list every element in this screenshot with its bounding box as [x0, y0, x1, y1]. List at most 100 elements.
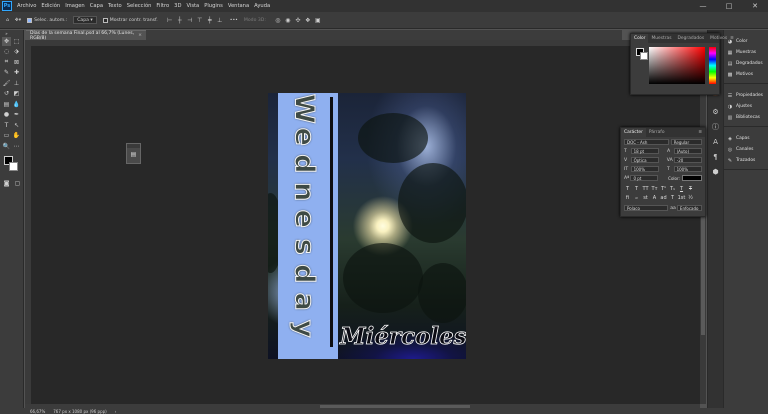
vertical-scroll-thumb[interactable] [701, 215, 705, 335]
mini-panel-header[interactable] [127, 144, 140, 148]
color-picker-field[interactable] [649, 47, 705, 84]
ordinals-button[interactable]: 1st [678, 195, 686, 202]
artboard-icon[interactable]: ▤ [127, 151, 140, 158]
tab-gradients[interactable]: Degradados [675, 36, 708, 41]
gradient-tool-icon[interactable]: ▤ [2, 100, 11, 109]
eyedropper-tool-icon[interactable]: ✎ [2, 68, 11, 77]
subscript-button[interactable]: T₁ [669, 186, 676, 193]
tab-paragraph[interactable]: Párrafo [646, 130, 668, 135]
minimize-button[interactable]: — [690, 0, 716, 12]
horizontal-scale-field[interactable]: 100% [673, 166, 702, 172]
panel-menu-icon[interactable]: ≡ [698, 130, 702, 135]
frame-tool-icon[interactable]: ⊠ [12, 58, 21, 67]
menu-vista[interactable]: Vista [186, 3, 199, 9]
menu-capa[interactable]: Capa [90, 3, 103, 9]
panel-gradients[interactable]: ▤ Degradados [724, 58, 768, 69]
dodge-tool-icon[interactable]: ● [2, 110, 11, 119]
status-arrow-icon[interactable]: › [115, 409, 117, 414]
type-tool-icon[interactable]: T [2, 121, 11, 130]
pan-3d-icon[interactable]: ✣ [294, 16, 302, 24]
underline-button[interactable]: T [678, 186, 685, 193]
leading-field[interactable]: (Auto) [673, 148, 702, 154]
align-center-icon[interactable]: ┼ [176, 16, 184, 24]
hand-tool-icon[interactable]: ✋ [12, 131, 21, 140]
spot-heal-tool-icon[interactable]: ✚ [12, 68, 21, 77]
small-caps-button[interactable]: Tт [651, 186, 658, 193]
align-left-icon[interactable]: ⊢ [166, 16, 174, 24]
menu-imagen[interactable]: Imagen [65, 3, 85, 9]
menu-seleccion[interactable]: Selección [127, 3, 152, 9]
align-top-icon[interactable]: ⊤ [196, 16, 204, 24]
all-caps-button[interactable]: TT [642, 186, 649, 193]
more-tools-icon[interactable]: ⋯ [12, 142, 21, 151]
pen-tool-icon[interactable]: ✒ [12, 110, 21, 119]
close-icon[interactable]: × [138, 33, 142, 38]
contextual-alternates-button[interactable]: ℴ [633, 195, 640, 202]
ligatures-button[interactable]: fi [624, 195, 631, 202]
menu-ayuda[interactable]: Ayuda [254, 3, 270, 9]
blur-tool-icon[interactable]: 💧 [12, 100, 21, 109]
menu-plugins[interactable]: Plugins [204, 3, 223, 9]
strikethrough-button[interactable]: T [687, 186, 694, 193]
rectangle-tool-icon[interactable]: ▭ [2, 131, 11, 140]
properties-icon[interactable]: ⚙ [710, 106, 722, 118]
discretionary-ligatures-button[interactable]: st [642, 195, 649, 202]
slide-3d-icon[interactable]: ❖ [304, 16, 312, 24]
floating-mini-panel[interactable]: ▤ [126, 143, 141, 164]
maximize-button[interactable]: □ [716, 0, 742, 12]
menu-ventana[interactable]: Ventana [228, 3, 249, 9]
marquee-tool-icon[interactable]: ⬚ [12, 37, 21, 46]
3d-icon[interactable]: ⬢ [710, 166, 722, 178]
background-color-swatch[interactable] [9, 162, 18, 171]
object-select-tool-icon[interactable]: ⬗ [12, 47, 21, 56]
document-artboard[interactable]: W e d n e s d a y Miércoles [268, 93, 466, 359]
transform-controls-checkbox[interactable] [102, 17, 108, 23]
align-middle-icon[interactable]: ╪ [206, 16, 214, 24]
text-color-swatch[interactable] [681, 175, 703, 181]
color-panel-background-swatch[interactable] [640, 52, 648, 60]
tab-color[interactable]: Color [631, 34, 649, 43]
faux-bold-button[interactable]: T [624, 186, 631, 193]
panel-menu-icon[interactable]: ≡ [730, 36, 734, 41]
home-icon[interactable]: ⌂ [6, 18, 9, 23]
panel-swatches[interactable]: ▦ Muestras [724, 47, 768, 58]
titling-alternates-button[interactable]: T [669, 195, 676, 202]
eraser-tool-icon[interactable]: ◩ [12, 89, 21, 98]
align-bottom-icon[interactable]: ⊥ [216, 16, 224, 24]
vertical-scale-field[interactable]: 100% [630, 166, 659, 172]
align-right-icon[interactable]: ⊣ [186, 16, 194, 24]
font-size-field[interactable]: 18 pt [630, 148, 659, 154]
faux-italic-button[interactable]: T [633, 186, 640, 193]
lasso-tool-icon[interactable]: ◌ [2, 47, 11, 56]
panel-layers[interactable]: ◈ Capas [724, 133, 768, 144]
antialias-select[interactable]: Enfocado [676, 205, 703, 211]
swash-button[interactable]: A [651, 195, 658, 202]
document-tab[interactable]: Días de la semana Final.psd al 66,7% (Lu… [26, 30, 146, 41]
quick-mask-icon[interactable]: ◙ [2, 179, 11, 188]
baseline-shift-field[interactable]: 0 pt [630, 175, 659, 181]
menu-archivo[interactable]: Archivo [17, 3, 36, 9]
font-family-select[interactable]: DOC - Ash [624, 139, 669, 145]
auto-select-checkbox[interactable] [27, 17, 33, 23]
paragraph-icon[interactable]: ¶ [710, 151, 722, 163]
zoom-tool-icon[interactable]: 🔍 [2, 142, 11, 151]
stamp-tool-icon[interactable]: ⊥ [12, 79, 21, 88]
history-brush-tool-icon[interactable]: ↺ [2, 89, 11, 98]
hue-slider[interactable] [709, 47, 716, 84]
scale-3d-icon[interactable]: ▣ [314, 16, 322, 24]
panel-channels[interactable]: ◎ Canales [724, 144, 768, 155]
stylistic-alternates-button[interactable]: ad [660, 195, 667, 202]
panel-libraries[interactable]: ▥ Bibliotecas [724, 112, 768, 123]
kerning-field[interactable]: Óptica [630, 157, 659, 163]
fractions-button[interactable]: ½ [687, 195, 694, 202]
menu-3d[interactable]: 3D [174, 3, 181, 9]
layer-dropdown[interactable]: Capa ▾ [73, 16, 97, 24]
close-window-button[interactable]: ✕ [742, 0, 768, 12]
tab-patterns[interactable]: Motivos [707, 36, 730, 41]
screen-mode-icon[interactable]: ▢ [13, 179, 22, 188]
superscript-button[interactable]: T¹ [660, 186, 667, 193]
character-icon[interactable]: A [710, 136, 722, 148]
language-select[interactable]: Polaco [624, 205, 669, 211]
menu-edicion[interactable]: Edición [41, 3, 60, 9]
tracking-field[interactable]: -20 [673, 157, 702, 163]
